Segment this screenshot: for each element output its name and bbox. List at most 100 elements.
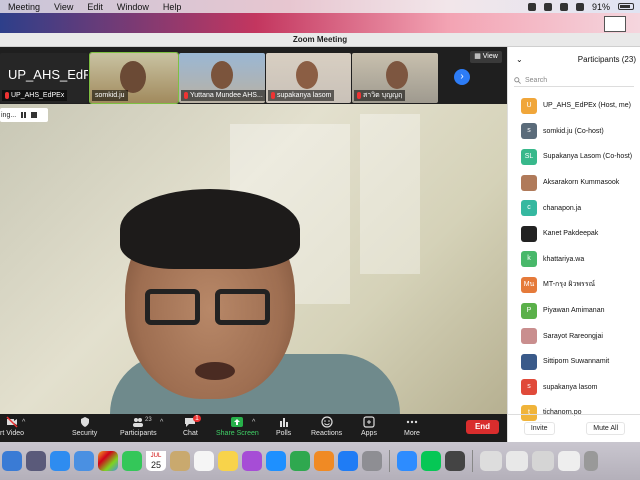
avatar: Mน <box>521 276 537 293</box>
video-tile[interactable]: UP_AHS_EdPEx UP_AHS_EdPEx <box>0 53 88 103</box>
participant-row[interactable]: SL Supakanya Lasom (Co-host) <box>508 144 640 170</box>
polls-button[interactable]: Polls <box>276 416 291 437</box>
numbers-icon[interactable] <box>290 451 310 471</box>
battery-percent: 91% <box>591 1 610 12</box>
end-meeting-button[interactable]: End <box>466 420 499 434</box>
podcasts-icon[interactable] <box>242 451 262 471</box>
minimized-window[interactable] <box>480 451 502 471</box>
menu-view[interactable]: View <box>54 2 73 12</box>
participant-row[interactable]: s supakanya lasom <box>508 375 640 401</box>
menu-meeting[interactable]: Meeting <box>8 2 40 12</box>
participant-video-face <box>296 61 318 89</box>
avatar: P <box>521 302 537 319</box>
participant-row[interactable]: Mน MT-กรุง ผิวพรรณ์ <box>508 272 640 298</box>
participant-row[interactable]: Aksarakorn Kummasook <box>508 170 640 196</box>
avatar: SL <box>521 148 537 165</box>
finder-icon[interactable] <box>2 451 22 471</box>
minimized-window[interactable] <box>532 451 554 471</box>
polls-icon <box>279 418 288 427</box>
launchpad-icon[interactable] <box>26 451 46 471</box>
participant-video-face <box>386 61 408 89</box>
tile-name-label: สาวิต บุญญฤ <box>354 90 406 101</box>
calendar-icon[interactable]: JUL 25 <box>146 451 166 471</box>
safari-icon[interactable] <box>50 451 70 471</box>
mute-all-button[interactable]: Mute All <box>586 422 626 435</box>
trash-icon[interactable] <box>584 451 598 471</box>
reminders-icon[interactable] <box>194 451 214 471</box>
app-store-icon[interactable] <box>338 451 358 471</box>
participant-name: MT-กรุง ผิวพรรณ์ <box>543 281 596 289</box>
stop-recording-icon[interactable] <box>31 112 38 118</box>
minimized-window[interactable] <box>506 451 528 471</box>
apps-icon <box>363 416 375 428</box>
text-input-icon[interactable] <box>575 2 584 11</box>
security-button[interactable]: Security <box>72 416 97 437</box>
preview-app-icon[interactable] <box>445 451 465 471</box>
video-options-caret[interactable]: ^ <box>22 419 25 426</box>
panel-footer: Invite Mute All <box>508 414 640 442</box>
participant-row[interactable]: k khattariya.wa <box>508 247 640 273</box>
participant-search[interactable]: Search <box>514 75 634 87</box>
view-button[interactable]: ▦ View <box>470 51 502 63</box>
reactions-button[interactable]: Reactions <box>311 416 342 437</box>
mail-icon[interactable] <box>74 451 94 471</box>
minimized-window[interactable] <box>558 451 580 471</box>
contacts-icon[interactable] <box>170 451 190 471</box>
system-preferences-icon[interactable] <box>362 451 382 471</box>
notes-icon[interactable] <box>218 451 238 471</box>
participants-options-caret[interactable]: ^ <box>160 419 163 426</box>
keynote-icon[interactable] <box>266 451 286 471</box>
line-app-icon[interactable] <box>421 451 441 471</box>
chat-unread-badge: 1 <box>193 415 201 422</box>
video-tile[interactable]: somkid.ju <box>89 52 179 104</box>
tile-name-label: Yuttana Mundee AHS... <box>181 90 265 101</box>
participant-name: Kanet Pakdeepak <box>543 230 599 238</box>
participant-name: somkid.ju (Co-host) <box>543 127 604 135</box>
battery-icon[interactable] <box>618 3 634 10</box>
avatar <box>521 225 537 242</box>
next-page-button[interactable]: › <box>454 69 470 85</box>
participant-row[interactable]: Sarayot Rareongjai <box>508 323 640 349</box>
zoom-status-icon[interactable] <box>527 2 536 11</box>
menu-edit[interactable]: Edit <box>87 2 103 12</box>
start-video-button[interactable]: rt Video <box>0 416 24 437</box>
macos-menu-bar: Meeting View Edit Window Help 91% <box>0 0 640 13</box>
participant-name: chanapon.ja <box>543 204 582 212</box>
speaker-mouth <box>195 362 235 380</box>
avatar <box>521 174 537 191</box>
collapse-panel-icon[interactable]: ⌄ <box>516 55 523 64</box>
video-tile[interactable]: สาวิต บุญญฤ <box>352 53 438 103</box>
avatar: c <box>521 200 537 217</box>
participant-row[interactable]: U UP_AHS_EdPEx (Host, me) <box>508 93 640 119</box>
menu-window[interactable]: Window <box>117 2 149 12</box>
participant-row[interactable]: s somkid.ju (Co-host) <box>508 119 640 145</box>
participant-name: UP_AHS_EdPEx (Host, me) <box>543 102 631 110</box>
video-tile[interactable]: Yuttana Mundee AHS... <box>179 53 265 103</box>
tile-big-label: UP_AHS_EdPEx <box>8 67 88 82</box>
photos-icon[interactable] <box>98 451 118 471</box>
zoom-window: Zoom Meeting UP_AHS_EdPEx UP_AHS_EdPEx s… <box>0 33 640 442</box>
participant-row[interactable]: Kanet Pakdeepak <box>508 221 640 247</box>
menu-help[interactable]: Help <box>163 2 182 12</box>
wifi-icon[interactable] <box>559 2 568 11</box>
cloud-icon[interactable] <box>543 2 552 11</box>
share-options-caret[interactable]: ^ <box>252 419 255 426</box>
mic-muted-icon <box>5 92 9 99</box>
pages-icon[interactable] <box>314 451 334 471</box>
zoom-app-icon[interactable] <box>397 451 417 471</box>
video-strip: UP_AHS_EdPEx UP_AHS_EdPEx somkid.ju Yutt… <box>0 47 507 104</box>
video-tile[interactable]: supakanya lasom <box>266 53 351 103</box>
more-button[interactable]: More <box>404 416 420 437</box>
participant-row[interactable]: Sittiporn Suwannamit <box>508 349 640 375</box>
pause-recording-icon[interactable] <box>21 112 27 118</box>
participant-row[interactable]: c chanapon.ja <box>508 195 640 221</box>
invite-button[interactable]: Invite <box>523 422 555 435</box>
more-icon <box>406 420 418 424</box>
dock-separator <box>472 450 473 472</box>
participant-row[interactable]: P Piyawan Amimanan <box>508 298 640 324</box>
avatar: s <box>521 123 537 140</box>
participant-name: Piyawan Amimanan <box>543 307 605 315</box>
participant-name: Aksarakorn Kummasook <box>543 179 620 187</box>
facetime-icon[interactable] <box>122 451 142 471</box>
apps-button[interactable]: Apps <box>361 416 377 437</box>
